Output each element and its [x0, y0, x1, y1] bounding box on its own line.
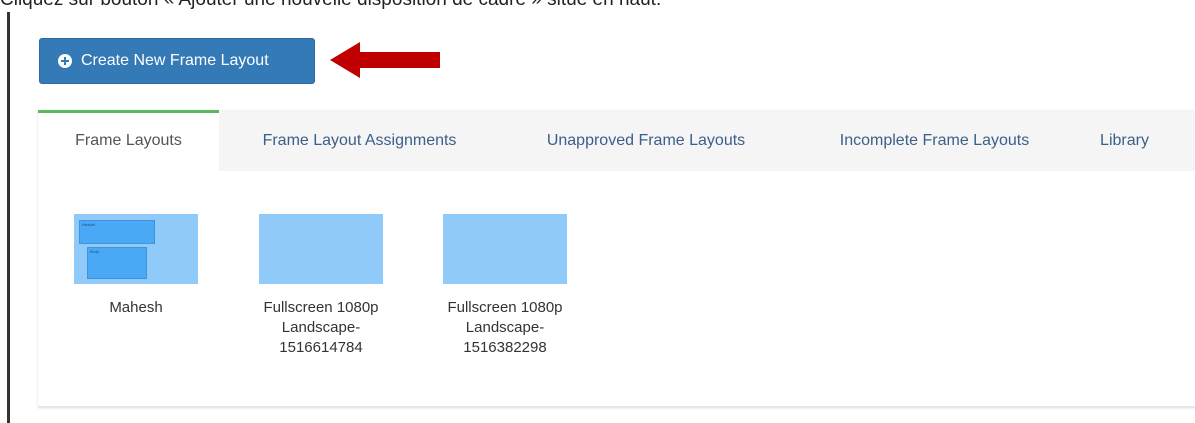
- tab-unapproved-frame-layouts[interactable]: Unapproved Frame Layouts: [500, 110, 792, 171]
- layout-thumbnail: [259, 214, 383, 284]
- tab-label: Frame Layout Assignments: [262, 131, 457, 149]
- arrow-left-icon: [330, 42, 440, 78]
- tab-frame-layout-assignments[interactable]: Frame Layout Assignments: [219, 110, 500, 171]
- plus-circle-icon: [58, 54, 72, 68]
- tab-frame-layouts[interactable]: Frame Layouts: [38, 110, 219, 171]
- layout-name: Fullscreen 1080p Landscape- 1516614784: [263, 299, 379, 356]
- tab-label: Incomplete Frame Layouts: [839, 131, 1030, 149]
- zone-label: Body: [90, 249, 100, 254]
- tab-incomplete-frame-layouts[interactable]: Incomplete Frame Layouts: [792, 110, 1077, 171]
- layout-zone: Header: [79, 220, 155, 244]
- layout-thumbnail: Header Body: [74, 214, 198, 284]
- tab-bar: Frame Layouts Frame Layout Assignments U…: [38, 110, 1195, 171]
- layout-zone: Body: [87, 247, 147, 279]
- zone-label: Header: [82, 222, 96, 227]
- create-new-frame-layout-button[interactable]: Create New Frame Layout: [39, 38, 315, 84]
- tab-label: Unapproved Frame Layouts: [546, 131, 746, 149]
- frame-layouts-page: Cliquez sur bouton « Ajouter une nouvell…: [0, 0, 1195, 423]
- layout-name: Mahesh: [109, 299, 163, 316]
- create-button-label: Create New Frame Layout: [81, 52, 269, 69]
- layout-tile-mahesh[interactable]: Header Body Mahesh: [56, 214, 216, 318]
- layout-tile-fullscreen-1516614784[interactable]: Fullscreen 1080p Landscape- 1516614784: [241, 214, 401, 358]
- instruction-text: Cliquez sur bouton « Ajouter une nouvell…: [0, 0, 661, 11]
- frame-layouts-panel: Frame Layouts Frame Layout Assignments U…: [38, 110, 1195, 407]
- tab-label: Library: [1100, 131, 1149, 149]
- tab-label: Frame Layouts: [75, 131, 182, 149]
- left-border: [7, 12, 10, 423]
- layout-name: Fullscreen 1080p Landscape- 1516382298: [447, 299, 563, 356]
- layout-tile-fullscreen-1516382298[interactable]: Fullscreen 1080p Landscape- 1516382298: [425, 214, 585, 358]
- layout-thumbnail: [443, 214, 567, 284]
- tab-library[interactable]: Library: [1077, 110, 1172, 171]
